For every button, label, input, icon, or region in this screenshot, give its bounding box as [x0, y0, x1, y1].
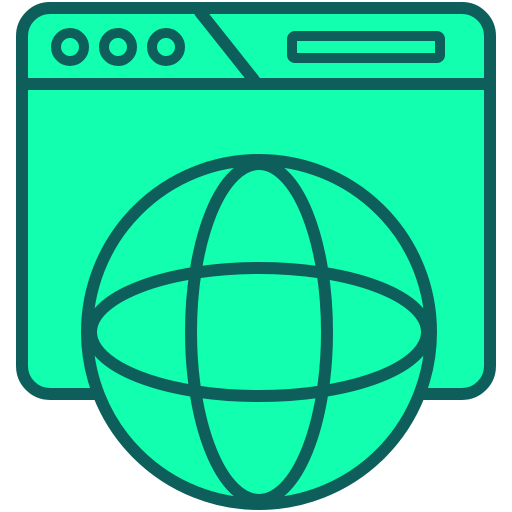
address-bar-icon: [287, 31, 445, 63]
window-dot-icon: [51, 28, 89, 66]
window-dot-icon: [147, 28, 185, 66]
globe-icon: [81, 154, 437, 510]
globe-outline: [81, 154, 437, 510]
window-dot-icon: [99, 28, 137, 66]
icon-canvas: [16, 2, 496, 510]
web-browser-globe-icon: [0, 0, 512, 512]
